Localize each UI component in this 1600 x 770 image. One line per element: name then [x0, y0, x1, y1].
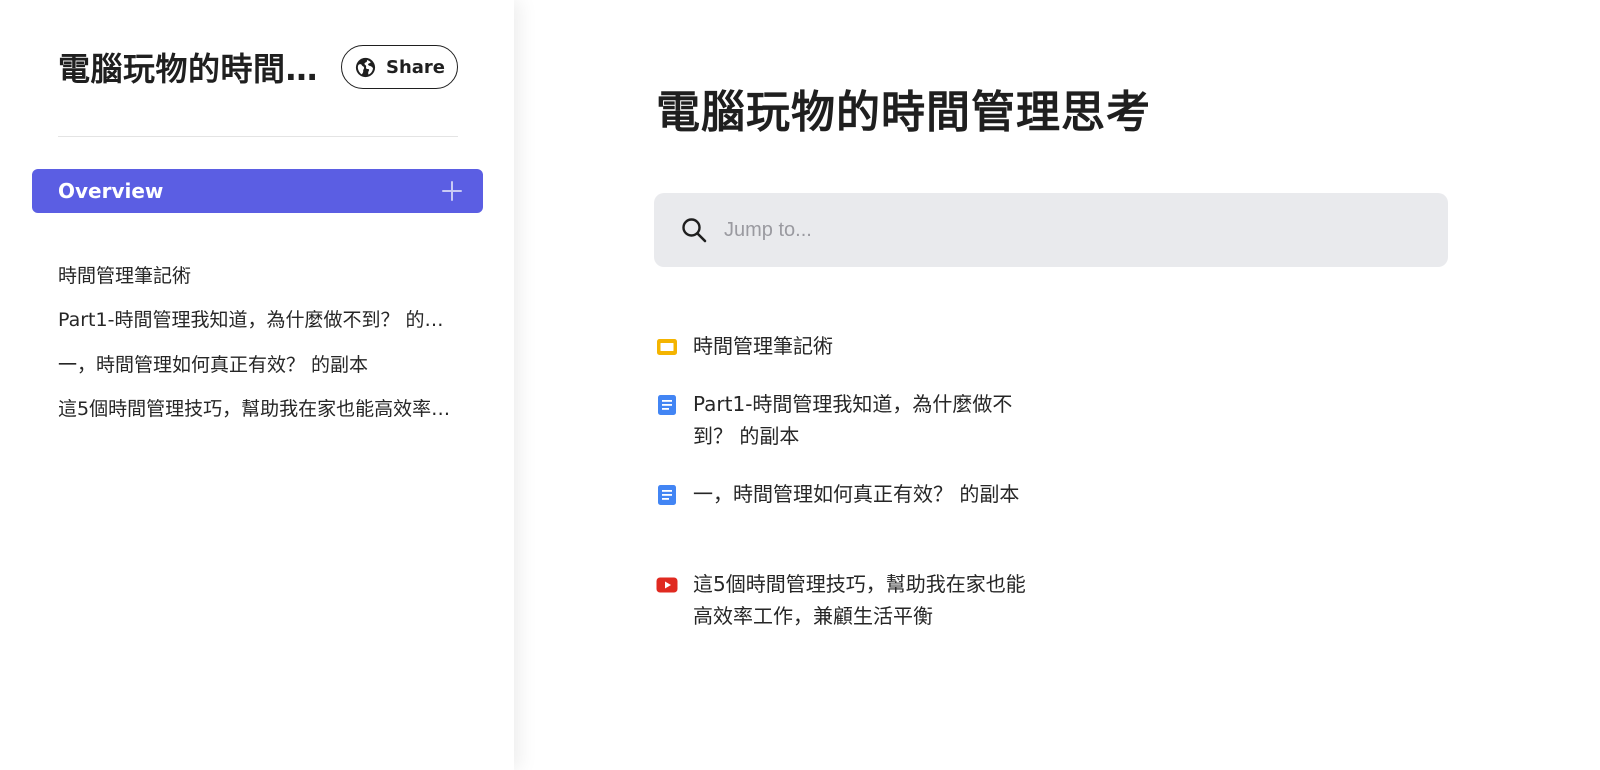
- plus-icon[interactable]: [441, 180, 463, 202]
- slides-icon: [656, 336, 678, 358]
- main-content: 電腦玩物的時間管理思考 時間管理筆記術: [514, 0, 1600, 770]
- sidebar-item-label: Part1-時間管理我知道，為什麼做不到？ 的副本: [58, 309, 458, 332]
- search-icon: [680, 216, 708, 244]
- sidebar-item-label: 時間管理筆記術: [58, 264, 192, 287]
- sidebar-header: 電腦玩物的時間管理思考 Share: [58, 44, 458, 90]
- document-title: 時間管理筆記術: [693, 334, 833, 358]
- sidebar: 電腦玩物的時間管理思考 Share Overview 時間管理筆記術 Part1…: [0, 0, 514, 770]
- sidebar-item-label: 這5個時間管理技巧，幫助我在家也能高效率工作，兼顧生活平衡: [58, 398, 458, 421]
- search-input[interactable]: [724, 218, 1404, 242]
- page-title: 電腦玩物的時間管理思考: [656, 87, 1151, 138]
- sidebar-item-overview[interactable]: Overview: [32, 169, 483, 213]
- sidebar-item-source[interactable]: Part1-時間管理我知道，為什麼做不到？ 的副本: [58, 297, 458, 342]
- doc-icon: [656, 394, 678, 416]
- document-list: 時間管理筆記術 Part1-時間管理我知道，為什麼做不到？ 的副本 一，時間管理…: [656, 330, 1056, 628]
- sidebar-item-source[interactable]: 時間管理筆記術: [58, 252, 458, 297]
- sidebar-source-list: 時間管理筆記術 Part1-時間管理我知道，為什麼做不到？ 的副本 一，時間管理…: [58, 252, 458, 430]
- share-button[interactable]: Share: [341, 45, 458, 89]
- overview-label: Overview: [58, 179, 164, 203]
- search-box[interactable]: [654, 193, 1448, 267]
- share-label: Share: [385, 56, 445, 78]
- sidebar-item-source[interactable]: 一，時間管理如何真正有效？ 的副本: [58, 341, 458, 386]
- list-item[interactable]: 一，時間管理如何真正有效？ 的副本: [656, 478, 1056, 568]
- globe-icon: [354, 56, 377, 79]
- notebook-title: 電腦玩物的時間管理思考: [58, 50, 334, 88]
- doc-icon: [656, 484, 678, 506]
- document-title: 這5個時間管理技巧，幫助我在家也能高效率工作，兼顧生活平衡: [693, 572, 1026, 628]
- document-title: 一，時間管理如何真正有效？ 的副本: [693, 482, 1020, 506]
- youtube-icon: [656, 574, 678, 596]
- list-item[interactable]: Part1-時間管理我知道，為什麼做不到？ 的副本: [656, 388, 1056, 478]
- list-item[interactable]: 這5個時間管理技巧，幫助我在家也能高效率工作，兼顧生活平衡: [656, 568, 1056, 628]
- sidebar-item-source[interactable]: 這5個時間管理技巧，幫助我在家也能高效率工作，兼顧生活平衡: [58, 386, 458, 431]
- sidebar-item-label: 一，時間管理如何真正有效？ 的副本: [58, 353, 369, 376]
- list-item[interactable]: 時間管理筆記術: [656, 330, 1056, 388]
- divider: [58, 136, 458, 137]
- document-title: Part1-時間管理我知道，為什麼做不到？ 的副本: [693, 392, 1013, 448]
